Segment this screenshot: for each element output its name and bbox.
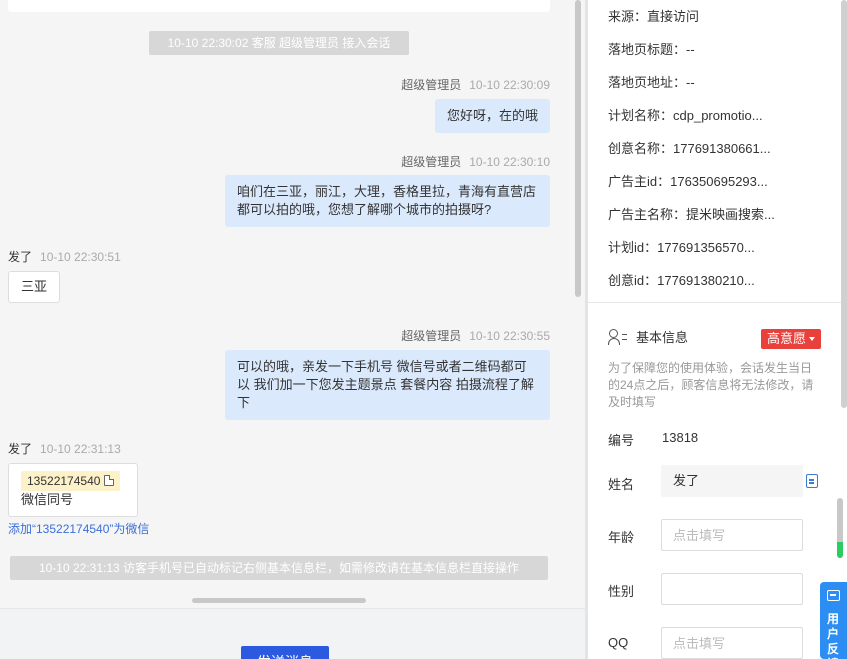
- visitor-message-bubble: 三亚: [8, 271, 61, 303]
- age-label: 年龄: [608, 530, 635, 545]
- phone-number-chip[interactable]: 13522174540: [21, 471, 121, 491]
- feedback-label: 用户反馈: [827, 612, 840, 659]
- chat-horizontal-scrollbar[interactable]: [192, 598, 366, 603]
- panel-outer-scrollbar[interactable]: [841, 0, 847, 408]
- info-source: 来源：直接访问: [608, 9, 700, 24]
- message-meta: 超级管理员 10-10 22:30:09: [401, 76, 550, 93]
- message-time: 10-10 22:30:51: [40, 250, 121, 264]
- user-info-icon: [608, 328, 628, 346]
- chat-area[interactable]: 10-10 22:30:02 客服 超级管理员 接入会话 超级管理员 10-10 …: [0, 0, 585, 608]
- message-time: 10-10 22:30:09: [469, 78, 550, 92]
- basic-info-title: 基本信息: [636, 330, 689, 345]
- sender-name: 发了: [8, 250, 33, 264]
- gender-input[interactable]: [661, 573, 803, 605]
- visitor-info-panel: 来源：直接访问 落地页标题：-- 落地页地址：-- 计划名称：cdp_promo…: [588, 0, 847, 659]
- phone-subtext: 微信同号: [21, 492, 74, 507]
- system-auto-tag-notice: 10-10 22:31:13 访客手机号已自动标记右侧基本信息栏，如需修改请在基…: [10, 556, 548, 580]
- message-composer[interactable]: 发送消息: [0, 608, 585, 659]
- message-time: 10-10 22:30:10: [469, 155, 550, 169]
- basic-info-header: 基本信息: [608, 327, 688, 346]
- info-landing-url: 落地页地址：--: [608, 75, 695, 90]
- message-time: 10-10 22:30:55: [469, 329, 550, 343]
- edit-icon[interactable]: [806, 474, 818, 488]
- name-label: 姓名: [608, 477, 635, 492]
- message-meta: 发了 10-10 22:30:51: [8, 248, 121, 265]
- agent-message-bubble: 您好呀，在的哦: [434, 99, 550, 133]
- panel-inner-scrollbar[interactable]: [837, 498, 843, 558]
- agent-message-bubble: 咱们在三亚，丽江，大理，香格里拉，青海有直营店都可以拍的哦，您想了解哪个城市的拍…: [225, 175, 550, 227]
- id-value: 13818: [662, 430, 699, 445]
- copy-icon[interactable]: [104, 475, 115, 486]
- age-input[interactable]: [661, 519, 803, 551]
- intent-label: 高意愿: [767, 331, 807, 346]
- id-label: 编号: [608, 433, 635, 448]
- info-advertiser-id: 广告主id：176350695293...: [608, 174, 768, 189]
- add-wechat-link[interactable]: 添加“13522174540”为微信: [8, 520, 149, 537]
- panel-separator: [588, 302, 847, 303]
- gender-label: 性别: [608, 584, 635, 599]
- info-plan-id: 计划id：177691356570...: [608, 240, 755, 255]
- qq-input[interactable]: [661, 627, 803, 659]
- scroll-indicator: [837, 542, 843, 558]
- message-meta: 超级管理员 10-10 22:30:10: [401, 153, 550, 170]
- message-time: 10-10 22:31:13: [40, 442, 121, 456]
- agent-message-bubble: 可以的哦，亲发一下手机号 微信号或者二维码都可以 我们加一下您发主题景点 套餐内…: [225, 350, 550, 420]
- feedback-icon: [827, 590, 840, 601]
- intent-level-dropdown[interactable]: 高意愿: [761, 329, 822, 349]
- phone-number: 13522174540: [27, 474, 101, 488]
- sender-name: 超级管理员: [401, 329, 462, 343]
- sender-name: 发了: [8, 442, 33, 456]
- user-feedback-tab[interactable]: 用户反馈: [820, 582, 847, 659]
- message-meta: 超级管理员 10-10 22:30:55: [401, 327, 550, 344]
- qq-label: QQ: [608, 635, 629, 650]
- system-join-notice: 10-10 22:30:02 客服 超级管理员 接入会话: [149, 31, 409, 55]
- message-meta: 发了 10-10 22:31:13: [8, 440, 121, 457]
- visitor-phone-bubble: 13522174540 微信同号: [8, 463, 138, 517]
- info-advertiser-name: 广告主名称：提米映画搜索...: [608, 207, 775, 222]
- edit-notice: 为了保障您的使用体验，会话发生当日的24点之后，顾客信息将无法修改，请及时填写: [608, 361, 814, 409]
- caret-down-icon: [809, 337, 816, 341]
- sender-name: 超级管理员: [401, 155, 462, 169]
- name-field[interactable]: 发了: [661, 465, 803, 497]
- info-creative-id: 创意id：177691380210...: [608, 273, 755, 288]
- chat-vertical-scrollbar[interactable]: [575, 0, 581, 297]
- info-plan-name: 计划名称：cdp_promotio...: [608, 108, 763, 123]
- sender-name: 超级管理员: [401, 78, 462, 92]
- info-landing-title: 落地页标题：--: [608, 42, 695, 57]
- previous-message-card: [8, 0, 550, 12]
- send-message-button[interactable]: 发送消息: [241, 646, 329, 659]
- info-creative-name: 创意名称：177691380661...: [608, 141, 771, 156]
